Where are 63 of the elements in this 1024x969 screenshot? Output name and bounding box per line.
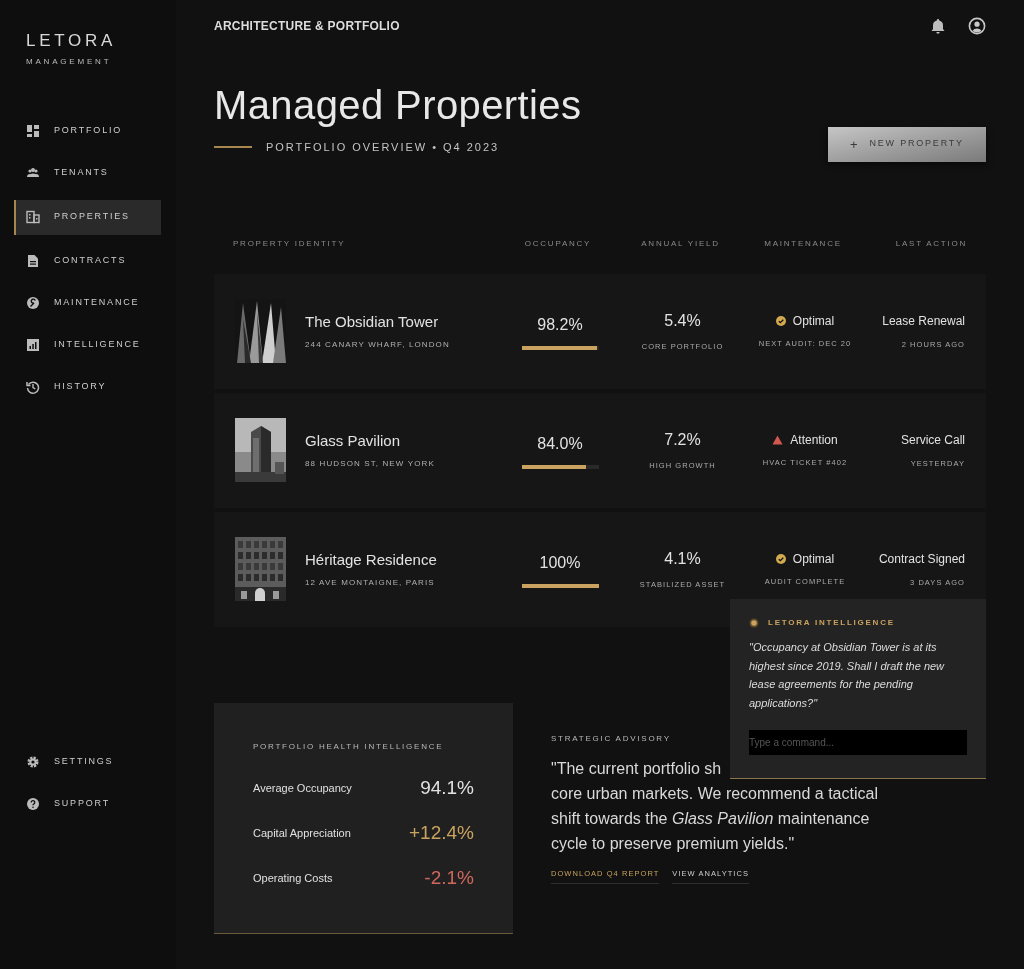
- chart-icon: [26, 338, 40, 352]
- metric-label: Capital Appreciation: [253, 826, 351, 842]
- people-icon: [26, 166, 40, 180]
- metric-value: -2.1%: [424, 866, 474, 891]
- nav-item[interactable]: HISTORY: [14, 371, 161, 403]
- page-title: Managed Properties: [214, 82, 582, 129]
- nav-item[interactable]: MAINTENANCE: [14, 287, 161, 319]
- occupancy-value: 98.2%: [537, 314, 583, 335]
- command-field[interactable]: Type a command...: [749, 730, 967, 755]
- yield-value: 4.1%: [664, 549, 701, 570]
- last-action: Contract Signed: [878, 550, 965, 568]
- metric-value: 94.1%: [420, 776, 474, 801]
- advisory-quote: core urban markets. We recommend a tactical shift towards the Glass Pavilion maintenance cycle to preserve premium yields.": [551, 783, 879, 854]
- history-icon: [26, 380, 40, 394]
- document-icon: [26, 254, 40, 268]
- yield-value: 5.4%: [664, 311, 701, 332]
- metric-label: Operating Costs: [253, 871, 333, 887]
- maintenance-status: Optimal: [792, 551, 835, 569]
- property-name: Glass Pavilion: [305, 430, 402, 451]
- nav-item[interactable]: INTELLIGENCE: [14, 329, 161, 361]
- nav-item[interactable]: CONTRACTS: [14, 245, 161, 277]
- breadcrumb: ARCHITECTURE & PORTFOLIO: [214, 18, 400, 35]
- maintenance-status: Optimal: [792, 313, 835, 331]
- new-property-button[interactable]: + NEW PROPERTY: [828, 126, 986, 162]
- property-name: Héritage Residence: [305, 549, 437, 570]
- help-icon: [26, 796, 40, 811]
- accent-rule: [214, 146, 252, 149]
- advisory-quote-start: "The current portfolio sh: [551, 758, 722, 779]
- column-header: MAINTENANCE: [764, 238, 842, 248]
- nav-item[interactable]: PROPERTIES: [14, 199, 161, 235]
- property-address: 88 HUDSON ST, NEW YORK: [305, 458, 435, 471]
- dashboard-icon: [26, 124, 40, 138]
- property-address: 12 AVE MONTAIGNE, PARIS: [305, 577, 436, 590]
- column-header: OCCUPANCY: [524, 238, 592, 248]
- advisory-label: STRATEGIC ADVISORY: [551, 732, 671, 745]
- card-title: PORTFOLIO HEALTH INTELLIGENCE: [253, 740, 444, 753]
- column-header: ANNUAL YIELD: [641, 238, 720, 248]
- property-name: The Obsidian Tower: [305, 311, 440, 332]
- settings-icon: [26, 754, 40, 769]
- occupancy-value: 84.0%: [537, 433, 583, 454]
- last-action: Service Call: [900, 431, 965, 449]
- notification-bell-icon[interactable]: [930, 17, 946, 35]
- building-icon: [26, 210, 40, 224]
- nav-item[interactable]: SETTINGS: [14, 746, 161, 777]
- column-header: PROPERTY IDENTITY: [233, 238, 346, 248]
- brand-name: LETORA: [26, 30, 117, 52]
- last-action: Lease Renewal: [882, 312, 965, 330]
- brand-subtitle: MANAGEMENT: [26, 55, 112, 68]
- occupancy-value: 100%: [539, 552, 581, 573]
- maintenance-status: Attention: [790, 432, 838, 450]
- property-address: 244 CANARY WHARF, LONDON: [305, 339, 450, 352]
- assistant-message: "Occupancy at Obsidian Tower is at its highest since 2019. Shall I draft the new lease agreements for the pending applications?": [749, 640, 946, 711]
- metric-label: Average Occupancy: [253, 781, 352, 797]
- status-dot-icon: [749, 618, 759, 628]
- column-header: LAST ACTION: [895, 238, 967, 248]
- page-subtitle: PORTFOLIO OVERVIEW • Q4 2023: [266, 140, 500, 155]
- nav-item[interactable]: PORTFOLIO: [14, 115, 161, 147]
- yield-value: 7.2%: [664, 430, 701, 451]
- nav-item[interactable]: TENANTS: [14, 157, 161, 189]
- nav-item[interactable]: SUPPORT: [14, 788, 161, 819]
- account-icon[interactable]: [968, 17, 986, 35]
- metric-value: +12.4%: [409, 821, 474, 846]
- assistant-title: LETORA INTELLIGENCE: [768, 617, 895, 629]
